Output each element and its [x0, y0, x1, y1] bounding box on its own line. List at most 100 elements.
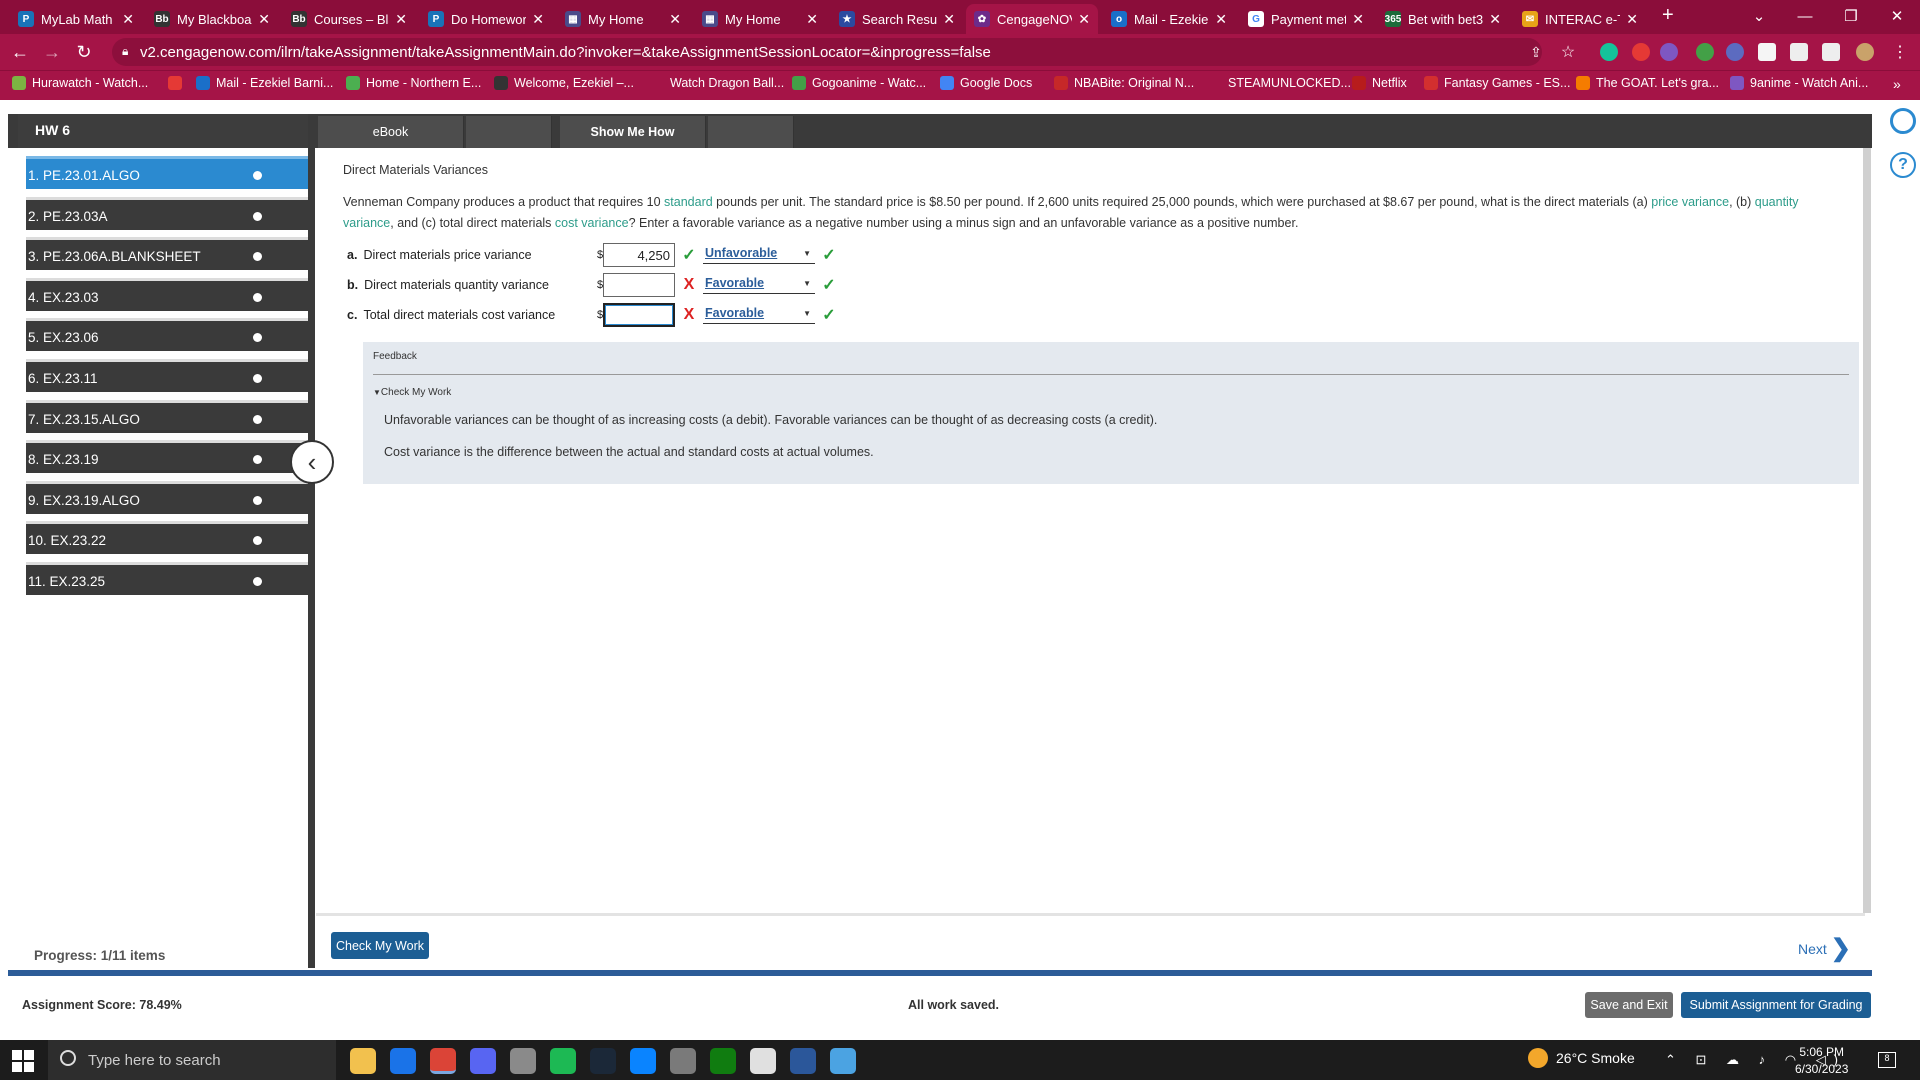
tab-close-icon[interactable]: ✕ [1215, 11, 1227, 28]
cost-variance-type-select[interactable]: Favorable ▼ [703, 306, 815, 324]
sidebar-divider[interactable] [308, 148, 315, 968]
xbox-icon[interactable] [710, 1048, 736, 1074]
gamepad-icon[interactable] [670, 1048, 696, 1074]
blank-tab[interactable] [466, 116, 552, 148]
question-list-item[interactable]: 11. EX.23.25 [26, 562, 309, 595]
extension-icon[interactable] [1660, 43, 1678, 61]
profile-avatar[interactable] [1856, 43, 1874, 61]
notification-icon[interactable]: 8 [1878, 1052, 1896, 1068]
price-variance-input[interactable] [603, 243, 675, 267]
tab-close-icon[interactable]: ✕ [806, 11, 818, 28]
bookmark-item[interactable]: Home - Northern E... [346, 76, 481, 90]
bookmark-item[interactable]: Google Docs [940, 76, 1032, 90]
tab-close-icon[interactable]: ✕ [943, 11, 955, 28]
headset-support-icon[interactable] [1890, 108, 1916, 134]
side-panel-icon[interactable] [1822, 43, 1840, 61]
browser-tab[interactable]: Bb Courses – Bla ✕ [283, 4, 415, 34]
browser-tab[interactable]: o Mail - Ezekiel ✕ [1103, 4, 1235, 34]
browser-tab[interactable]: ✉ INTERAC e-Tr ✕ [1514, 4, 1646, 34]
spotify-icon[interactable] [550, 1048, 576, 1074]
help-icon[interactable]: ? [1890, 152, 1916, 178]
save-and-exit-button[interactable]: Save and Exit [1585, 992, 1673, 1018]
bookmark-item[interactable]: Hurawatch - Watch... [12, 76, 148, 90]
bookmark-item[interactable] [168, 76, 188, 90]
tab-close-icon[interactable]: ✕ [1078, 11, 1090, 28]
ebook-tab[interactable]: eBook [318, 116, 464, 148]
glossary-link-cost-variance[interactable]: cost variance [555, 216, 629, 230]
mail-icon[interactable] [390, 1048, 416, 1074]
question-list-item[interactable]: 4. EX.23.03 [26, 277, 309, 311]
back-icon[interactable]: ← [8, 40, 32, 64]
question-list-item[interactable]: 7. EX.23.15.ALGO [26, 399, 309, 433]
question-list-item[interactable]: 2. PE.23.03A [26, 196, 309, 230]
edge-icon[interactable] [630, 1048, 656, 1074]
check-my-work-toggle[interactable]: ▼Check My Work [373, 387, 451, 398]
extension-icon[interactable] [1632, 43, 1650, 61]
tab-close-icon[interactable]: ✕ [1626, 11, 1638, 28]
question-list-item[interactable]: 6. EX.23.11 [26, 359, 309, 392]
bookmark-item[interactable]: NBABite: Original N... [1054, 76, 1194, 90]
tab-close-icon[interactable]: ✕ [1352, 11, 1364, 28]
browser-tab[interactable]: P Do Homewor ✕ [420, 4, 552, 34]
tab-close-icon[interactable]: ✕ [1489, 11, 1501, 28]
price-variance-type-select[interactable]: Unfavorable ▼ [703, 246, 815, 264]
bookmark-item[interactable]: Gogoanime - Watc... [792, 76, 926, 90]
steam-icon[interactable] [590, 1048, 616, 1074]
taskbar-search-box[interactable]: Type here to search [48, 1040, 336, 1080]
discord-icon[interactable] [470, 1048, 496, 1074]
browser-tab[interactable]: Bb My Blackboar ✕ [146, 4, 278, 34]
tab-close-icon[interactable]: ✕ [395, 11, 407, 28]
bookmark-item[interactable]: Mail - Ezekiel Barni... [196, 76, 333, 90]
blank-tab[interactable] [708, 116, 794, 148]
new-tab-button[interactable]: + [1662, 4, 1674, 27]
share-icon[interactable]: ⇪ [1524, 40, 1548, 64]
bookmark-item[interactable]: Welcome, Ezekiel –... [494, 76, 634, 90]
tab-close-icon[interactable]: ✕ [258, 11, 270, 28]
glossary-link-standard[interactable]: standard [664, 195, 713, 209]
puzzle-extensions-icon[interactable] [1758, 43, 1776, 61]
weather-widget[interactable]: 26°C Smoke [1528, 1048, 1635, 1068]
bookmark-item[interactable]: Watch Dragon Ball... [650, 76, 784, 90]
quantity-variance-type-select[interactable]: Favorable ▼ [703, 276, 815, 294]
browser-tab[interactable]: ▦ My Home ✕ [557, 4, 689, 34]
taskbar-clock[interactable]: 5:06 PM 6/30/2023 [1795, 1044, 1848, 1078]
submit-assignment-button[interactable]: Submit Assignment for Grading [1681, 992, 1871, 1018]
bookmark-star-icon[interactable]: ☆ [1556, 40, 1580, 64]
question-list-item[interactable]: 5. EX.23.06 [26, 318, 309, 352]
browser-tab[interactable]: 365 Bet with bet3 ✕ [1377, 4, 1509, 34]
show-me-how-tab[interactable]: Show Me How [560, 116, 706, 148]
browser-tab[interactable]: ✿ CengageNOV ✕ [966, 4, 1098, 34]
browser-tab[interactable]: G Payment met ✕ [1240, 4, 1372, 34]
extension-icon[interactable] [1696, 43, 1714, 61]
minimize-button[interactable]: — [1782, 0, 1828, 32]
restore-button[interactable]: ❐ [1828, 0, 1874, 32]
question-list-item[interactable]: 1. PE.23.01.ALGO [26, 156, 309, 189]
file-explorer-icon[interactable] [350, 1048, 376, 1074]
bookmarks-overflow[interactable]: » [1893, 76, 1901, 92]
bookmark-item[interactable]: The GOAT. Let's gra... [1576, 76, 1719, 90]
tab-close-icon[interactable]: ✕ [122, 11, 134, 28]
browser-tab[interactable]: ★ Search Result ✕ [831, 4, 963, 34]
browser-menu-icon[interactable]: ⋮ [1892, 42, 1908, 62]
close-window-button[interactable]: ✕ [1874, 0, 1920, 32]
question-list-item[interactable]: 3. PE.23.06A.BLANKSHEET [26, 237, 309, 271]
tab-search-icon[interactable]: ⌄ [1736, 0, 1782, 32]
question-list-item[interactable]: 10. EX.23.22 [26, 521, 309, 555]
next-question-link[interactable]: Next ❯ [1798, 934, 1851, 963]
bookmark-item[interactable]: Fantasy Games - ES... [1424, 76, 1570, 90]
forward-icon[interactable]: → [40, 40, 64, 64]
ubisoft-icon[interactable] [750, 1048, 776, 1074]
bookmark-item[interactable]: Netflix [1352, 76, 1407, 90]
cost-variance-input[interactable] [603, 303, 675, 327]
extension-icon[interactable] [1726, 43, 1744, 61]
reload-icon[interactable]: ↻ [72, 40, 96, 64]
url-bar[interactable]: 🔒︎ v2.cengagenow.com/ilrn/takeAssignment… [112, 38, 1542, 66]
tab-close-icon[interactable]: ✕ [532, 11, 544, 28]
glossary-link-price-variance[interactable]: price variance [1651, 195, 1729, 209]
content-scrollbar[interactable] [1863, 148, 1871, 913]
bookmark-item[interactable]: STEAMUNLOCKED... [1208, 76, 1351, 90]
app-icon[interactable] [510, 1048, 536, 1074]
question-list-item[interactable]: 8. EX.23.19 [26, 440, 309, 474]
tab-close-icon[interactable]: ✕ [669, 11, 681, 28]
collapse-sidebar-button[interactable]: ‹ [290, 440, 334, 484]
